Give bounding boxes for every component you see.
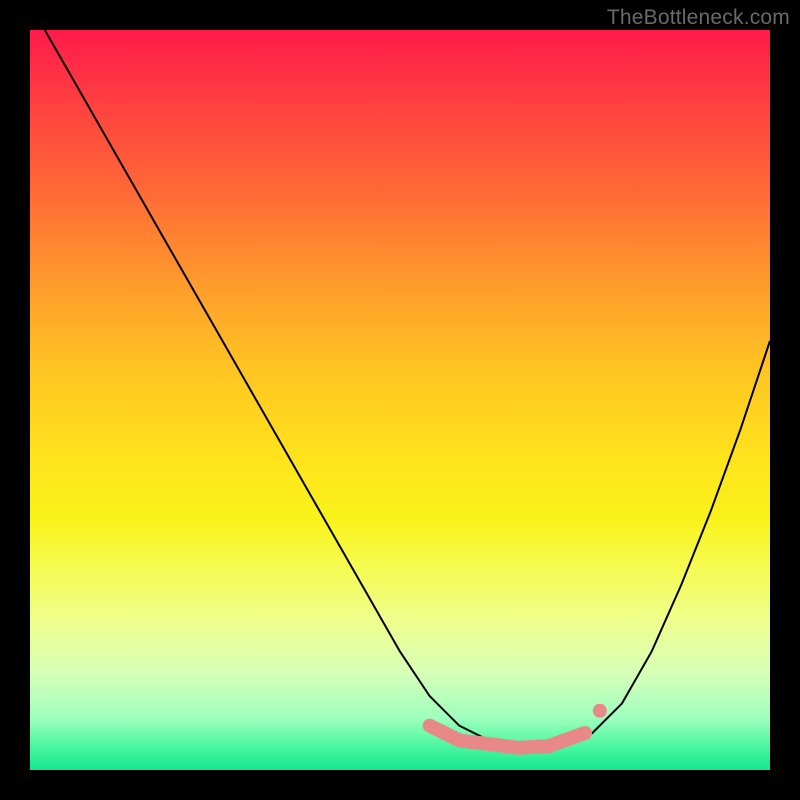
optimum-markers: [430, 704, 607, 748]
bottleneck-curve: [45, 30, 770, 748]
plot-area: [30, 30, 770, 770]
curve-layer: [30, 30, 770, 770]
right-knee-marker: [593, 704, 607, 718]
watermark-text: TheBottleneck.com: [607, 6, 790, 30]
optimum-band: [430, 726, 585, 748]
chart-frame: TheBottleneck.com: [0, 0, 800, 800]
